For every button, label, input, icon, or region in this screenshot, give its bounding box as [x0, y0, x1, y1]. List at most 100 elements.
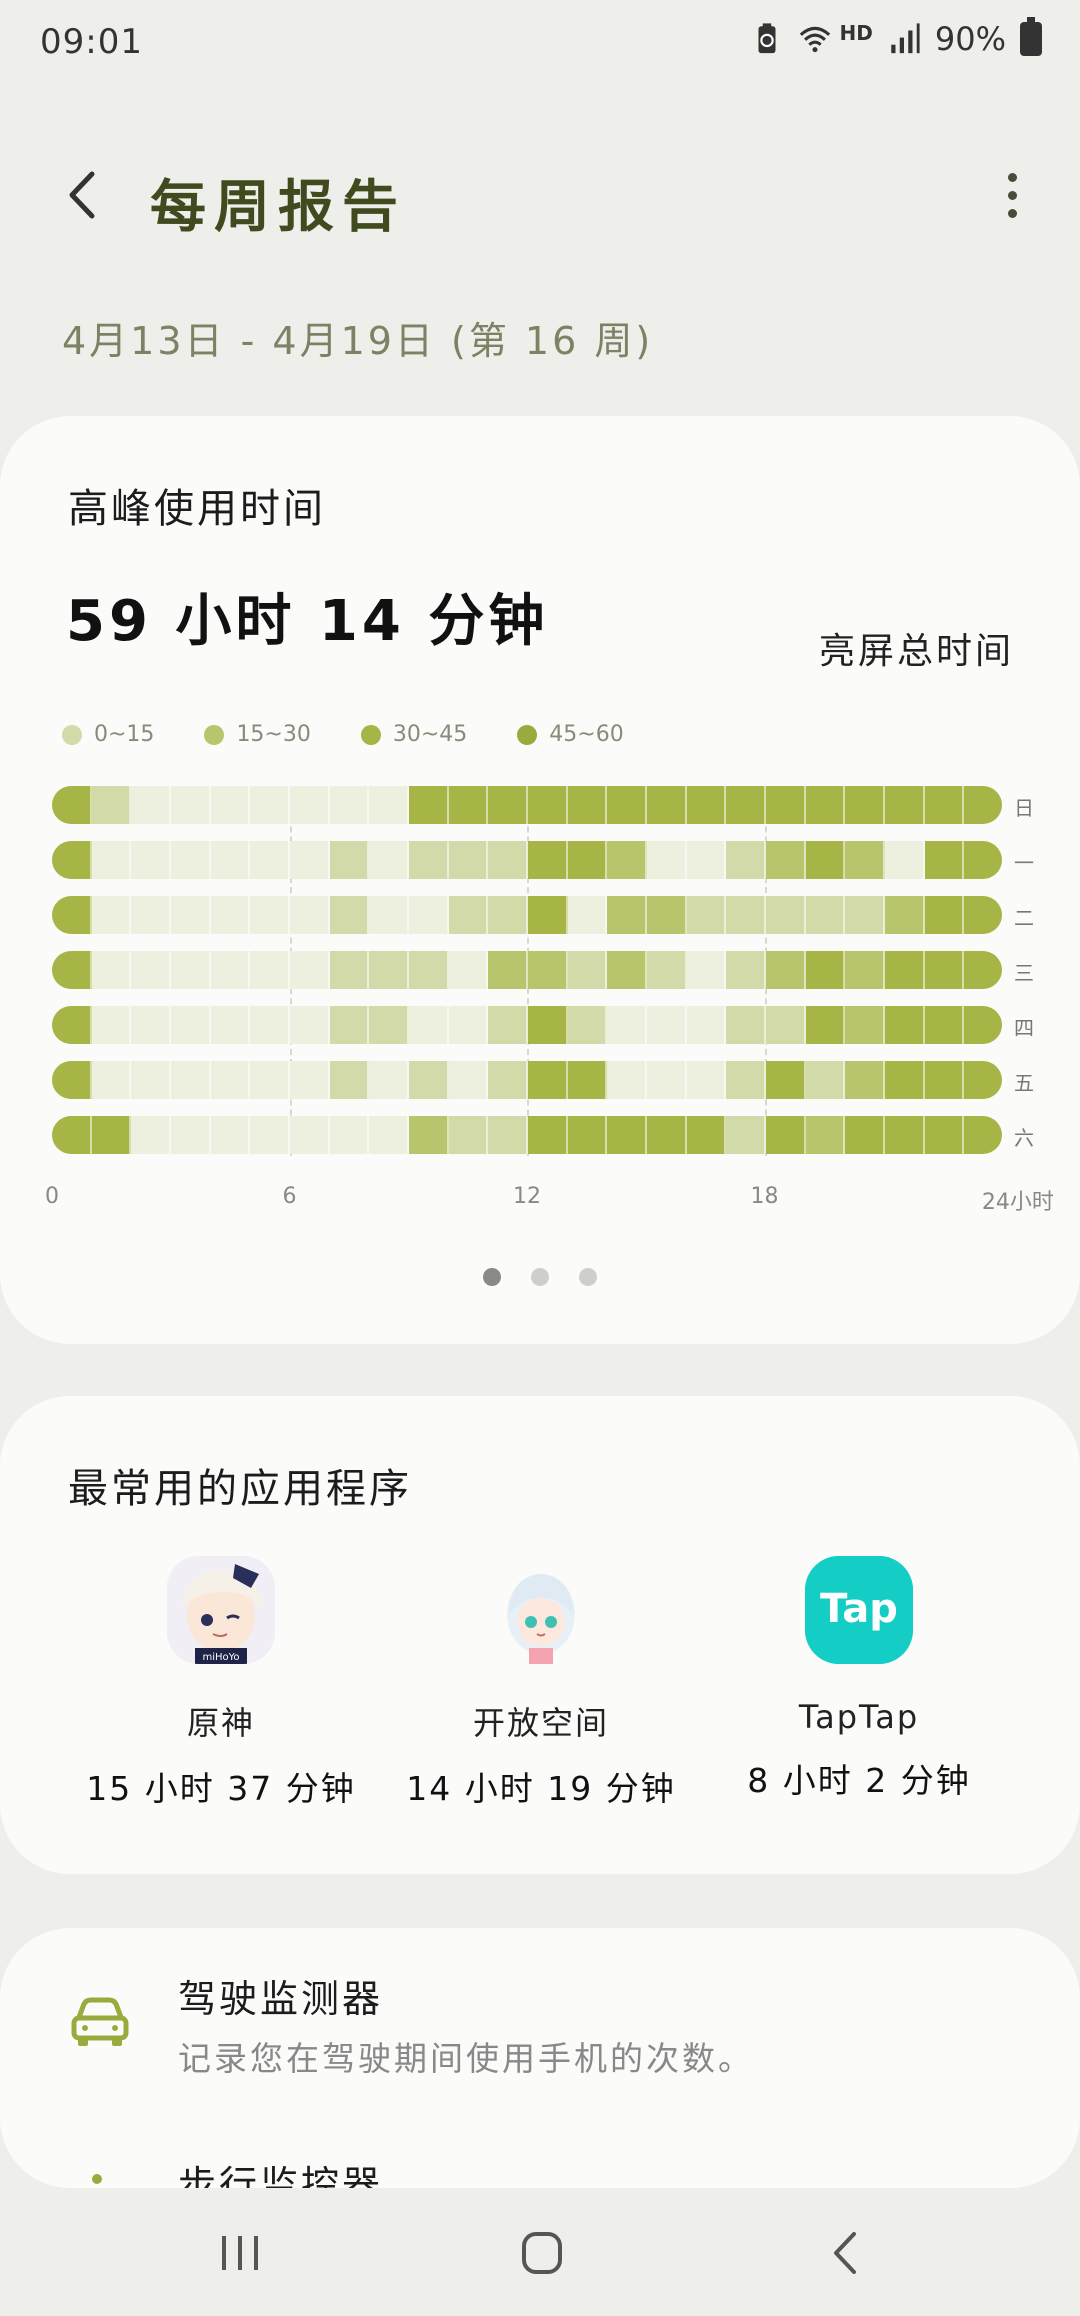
heatmap-cell — [210, 896, 251, 934]
heatmap-cell — [448, 1061, 489, 1099]
home-icon[interactable] — [512, 2228, 572, 2278]
heatmap-cell — [924, 951, 965, 989]
heatmap-cell — [448, 786, 489, 824]
heatmap-cell — [250, 1061, 291, 1099]
heatmap-cell — [250, 1006, 291, 1044]
heatmap-cell — [329, 1006, 370, 1044]
heatmap-day-label: 一 — [1014, 851, 1034, 875]
heatmap-cell — [845, 786, 886, 824]
heatmap-cell — [686, 1061, 727, 1099]
legend-item: 30~45 — [360, 722, 468, 747]
heatmap-cell — [567, 1006, 608, 1044]
app-name: 开放空间 — [472, 1704, 609, 1742]
heatmap-cell — [805, 1116, 846, 1154]
heatmap-cell — [766, 786, 806, 824]
heatmap-cell — [488, 786, 529, 824]
legend-dot-icon — [204, 724, 225, 745]
heatmap-cell — [766, 896, 806, 934]
heatmap-cell — [726, 1061, 767, 1099]
heatmap-cell — [52, 1061, 92, 1099]
heatmap-cell — [964, 841, 1002, 879]
heatmap-day-label: 日 — [1014, 796, 1034, 820]
heatmap-cell — [290, 1061, 330, 1099]
app-item-taptap[interactable]: Tap TapTap 8 小时 2 分钟 — [694, 1556, 1024, 1802]
heatmap-row — [52, 1061, 1002, 1099]
status-bar: 09:01 HD 90% — [0, 0, 1080, 86]
heatmap-cell — [766, 1116, 806, 1154]
heatmap-cell — [607, 896, 648, 934]
monitors-card[interactable]: 驾驶监测器 记录您在驾驶期间使用手机的次数。 步行监控器 — [0, 1928, 1080, 2207]
heatmap-cell — [171, 1116, 211, 1154]
taptap-app-icon: Tap — [805, 1556, 913, 1664]
heatmap-cell — [488, 896, 529, 934]
heatmap-cell — [845, 896, 886, 934]
navigation-bar — [0, 2188, 1080, 2316]
heatmap-cell — [686, 951, 727, 989]
heatmap-cell — [845, 841, 886, 879]
heatmap-cell — [210, 1006, 251, 1044]
heatmap-cell — [409, 896, 449, 934]
heatmap-row — [52, 1006, 1002, 1044]
heatmap-cell — [448, 841, 489, 879]
svg-text:miHoYo: miHoYo — [202, 1652, 239, 1663]
heatmap-cell — [647, 786, 687, 824]
heatmap-row — [52, 951, 1002, 989]
heatmap-cell — [171, 951, 211, 989]
heatmap-day-label: 六 — [1014, 1126, 1034, 1150]
open-space-app-icon — [487, 1556, 595, 1664]
heatmap-cell — [924, 1061, 965, 1099]
more-options-button[interactable] — [984, 160, 1040, 230]
heatmap-cell — [131, 786, 172, 824]
page-dot[interactable] — [579, 1268, 597, 1286]
heatmap-cell — [131, 841, 172, 879]
app-item-genshin[interactable]: miHoYo 原神 15 小时 37 分钟 — [56, 1556, 386, 1810]
page-indicator[interactable] — [0, 1268, 1080, 1286]
heatmap-cell — [528, 896, 568, 934]
heatmap-cell — [647, 951, 687, 989]
heatmap-cell — [766, 951, 806, 989]
page-dot[interactable] — [531, 1268, 549, 1286]
heatmap-cell — [250, 786, 291, 824]
heatmap-cell — [171, 786, 211, 824]
heatmap-cell — [924, 786, 965, 824]
heatmap-cell — [885, 951, 925, 989]
wifi-icon — [799, 26, 830, 53]
back-nav-icon[interactable] — [816, 2228, 876, 2278]
heatmap-day-label: 二 — [1014, 906, 1034, 930]
heatmap-cell — [885, 786, 925, 824]
recent-apps-icon[interactable] — [210, 2228, 270, 2278]
heatmap-cell — [607, 1116, 648, 1154]
page-dot[interactable] — [483, 1268, 501, 1286]
date-range[interactable]: 4月13日 - 4月19日 (第 16 周) — [62, 310, 653, 365]
heatmap-day-label: 五 — [1014, 1071, 1034, 1095]
heatmap-row — [52, 896, 1002, 934]
heatmap-x-tick: 6 — [282, 1184, 297, 1209]
heatmap-cell — [924, 896, 965, 934]
heatmap-cell — [528, 1061, 568, 1099]
heatmap-cell — [250, 896, 291, 934]
more-dot-icon — [1007, 208, 1017, 218]
heatmap-cell — [647, 1116, 687, 1154]
heatmap-cell — [805, 896, 846, 934]
heatmap-cell — [52, 951, 92, 989]
heatmap-cell — [766, 841, 806, 879]
legend-item: 0~15 — [62, 722, 154, 747]
heatmap-cell — [488, 841, 529, 879]
peak-usage-card[interactable]: 高峰使用时间 59 小时 14 分钟 亮屏总时间 0~15 15~30 30~4… — [0, 416, 1080, 1344]
app-item-open-space[interactable]: 开放空间 14 小时 19 分钟 — [376, 1556, 706, 1810]
battery-icon — [1020, 17, 1042, 56]
legend-dot-icon — [62, 724, 82, 745]
back-button[interactable] — [50, 160, 120, 230]
heatmap-cell — [409, 841, 449, 879]
top-apps-title: 最常用的应用程序 — [68, 1466, 412, 1512]
heatmap-cell — [409, 786, 449, 824]
drive-monitor-title: 驾驶监测器 — [178, 1977, 384, 2021]
heatmap-cell — [567, 1116, 608, 1154]
heatmap-cell — [766, 1006, 806, 1044]
heatmap-cell — [805, 1006, 846, 1044]
genshin-app-icon: miHoYo — [167, 1556, 275, 1664]
app-usage-time: 14 小时 19 分钟 — [406, 1769, 676, 1808]
heatmap-cell — [290, 786, 330, 824]
legend-label: 30~45 — [392, 722, 468, 747]
legend-item: 15~30 — [204, 722, 311, 747]
